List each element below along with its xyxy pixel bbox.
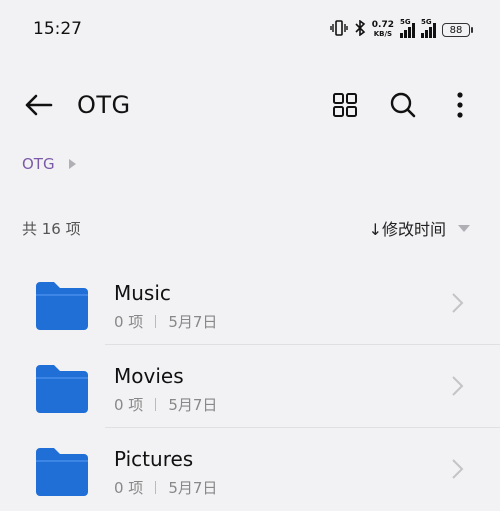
folder-name: Music xyxy=(114,281,171,305)
folder-icon xyxy=(36,282,88,330)
status-time: 15:27 xyxy=(33,19,82,39)
folder-date: 5月7日 xyxy=(168,396,218,414)
arrow-left-icon xyxy=(25,94,53,116)
sort-dropdown[interactable]: ↓修改时间 xyxy=(369,216,470,240)
view-toggle-button[interactable] xyxy=(329,89,361,121)
network-speed: 0.72 KB/S xyxy=(372,21,394,39)
status-icons: 0.72 KB/S 5G 5G 88 xyxy=(330,18,473,40)
page-title: OTG xyxy=(77,91,131,119)
search-icon xyxy=(390,92,416,118)
status-bar: 15:27 0.72 KB/S 5G 5G 88 xyxy=(0,0,500,60)
list-item[interactable]: Movies 0 项 5月7日 xyxy=(0,345,500,428)
sim2-network-label: 5G xyxy=(421,18,432,26)
chevron-right-icon xyxy=(452,459,464,479)
chevron-right-icon xyxy=(452,293,464,313)
app-bar: OTG xyxy=(0,70,500,140)
sort-label: ↓修改时间 xyxy=(368,220,446,239)
meta-separator xyxy=(155,481,157,494)
bluetooth-icon xyxy=(354,19,366,40)
folder-meta: 0 项 5月7日 xyxy=(114,394,217,415)
back-button[interactable] xyxy=(22,89,54,121)
network-speed-unit: KB/S xyxy=(373,30,393,38)
vibrate-icon xyxy=(330,20,348,40)
search-button[interactable] xyxy=(387,89,419,121)
chevron-right-icon xyxy=(452,376,464,396)
item-count: 共 16 项 xyxy=(22,220,81,238)
folder-meta: 0 项 5月7日 xyxy=(114,311,217,332)
breadcrumb: OTG xyxy=(22,155,76,173)
folder-date: 5月7日 xyxy=(168,313,218,331)
folder-item-count: 0 项 xyxy=(114,313,144,331)
list-header: 共 16 项 ↓修改时间 xyxy=(0,216,500,240)
grid-view-icon xyxy=(333,93,357,117)
list-item[interactable]: Pictures 0 项 5月7日 xyxy=(0,428,500,511)
folder-meta: 0 项 5月7日 xyxy=(114,477,217,498)
more-vertical-icon xyxy=(457,92,463,118)
list-item[interactable]: Music 0 项 5月7日 xyxy=(0,262,500,345)
more-options-button[interactable] xyxy=(446,89,474,121)
folder-icon xyxy=(36,448,88,496)
signal-sim1-icon: 5G xyxy=(400,18,415,38)
breadcrumb-arrow-icon xyxy=(68,159,76,169)
file-list: Music 0 项 5月7日 Movies 0 项 5月7日 Pictures … xyxy=(0,262,500,511)
folder-item-count: 0 项 xyxy=(114,396,144,414)
folder-name: Pictures xyxy=(114,447,194,471)
meta-separator xyxy=(155,315,157,328)
folder-icon xyxy=(36,365,88,413)
sim1-network-label: 5G xyxy=(400,18,411,26)
caret-down-icon xyxy=(458,224,470,232)
network-speed-value: 0.72 xyxy=(371,20,394,30)
breadcrumb-item-otg[interactable]: OTG xyxy=(22,155,55,173)
folder-item-count: 0 项 xyxy=(114,479,144,497)
meta-separator xyxy=(155,398,157,411)
folder-name: Movies xyxy=(114,364,184,388)
signal-sim2-icon: 5G xyxy=(421,18,436,38)
battery-icon: 88 xyxy=(442,23,473,37)
folder-date: 5月7日 xyxy=(168,479,218,497)
